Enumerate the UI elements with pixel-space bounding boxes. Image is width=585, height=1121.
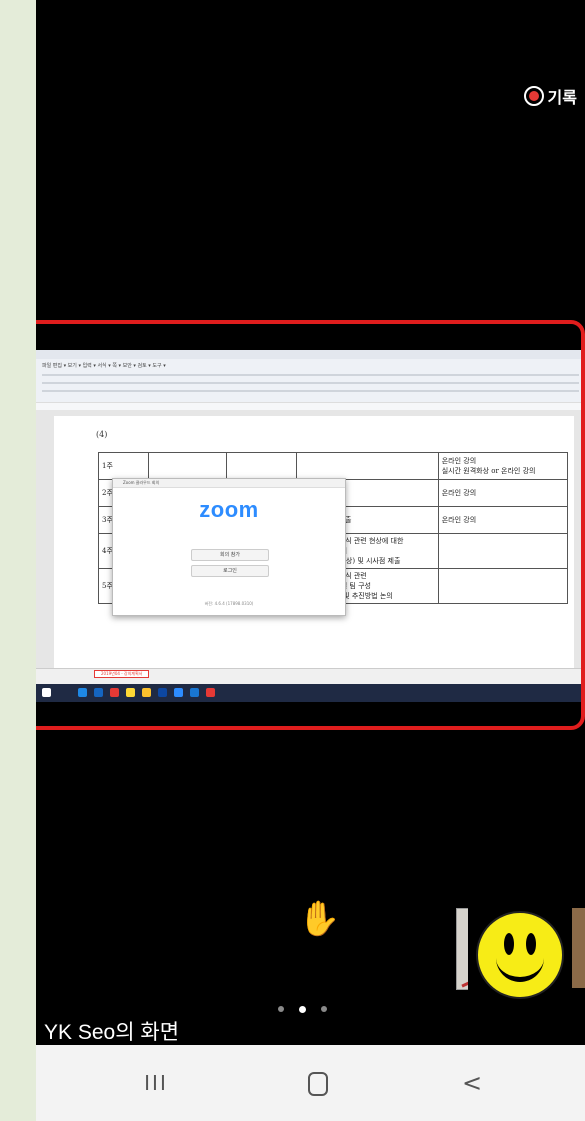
participant-video[interactable] bbox=[468, 908, 572, 1016]
record-label: 기록 bbox=[547, 88, 577, 107]
home-shape bbox=[308, 1072, 328, 1096]
smiley-mouth bbox=[496, 949, 544, 982]
page-dot-active bbox=[299, 1006, 306, 1013]
highlight-frame bbox=[36, 320, 585, 730]
meeting-screen: 기록 파일 편집 ▾ 보기 ▾ 입력 ▾ 서식 ▾ 쪽 ▾ 보안 ▾ 검토 ▾ … bbox=[36, 0, 585, 1045]
page-indicator bbox=[278, 1006, 327, 1013]
smiley-avatar-icon bbox=[476, 911, 564, 999]
record-icon bbox=[523, 86, 544, 106]
recent-apps-icon[interactable]: III bbox=[136, 1065, 176, 1101]
android-nav-bar: III < bbox=[36, 1045, 585, 1121]
left-margin-strip bbox=[0, 0, 36, 1121]
page-dot bbox=[278, 1006, 284, 1012]
raised-hand-icon: ✋ bbox=[298, 899, 341, 939]
participant-thumbnail[interactable] bbox=[572, 908, 585, 988]
record-indicator[interactable]: 기록 bbox=[523, 84, 577, 108]
back-icon[interactable]: < bbox=[452, 1065, 492, 1101]
sharer-label: YK Seo의 화면 bbox=[44, 1021, 180, 1044]
home-icon[interactable] bbox=[298, 1065, 338, 1101]
page-dot bbox=[321, 1006, 327, 1012]
